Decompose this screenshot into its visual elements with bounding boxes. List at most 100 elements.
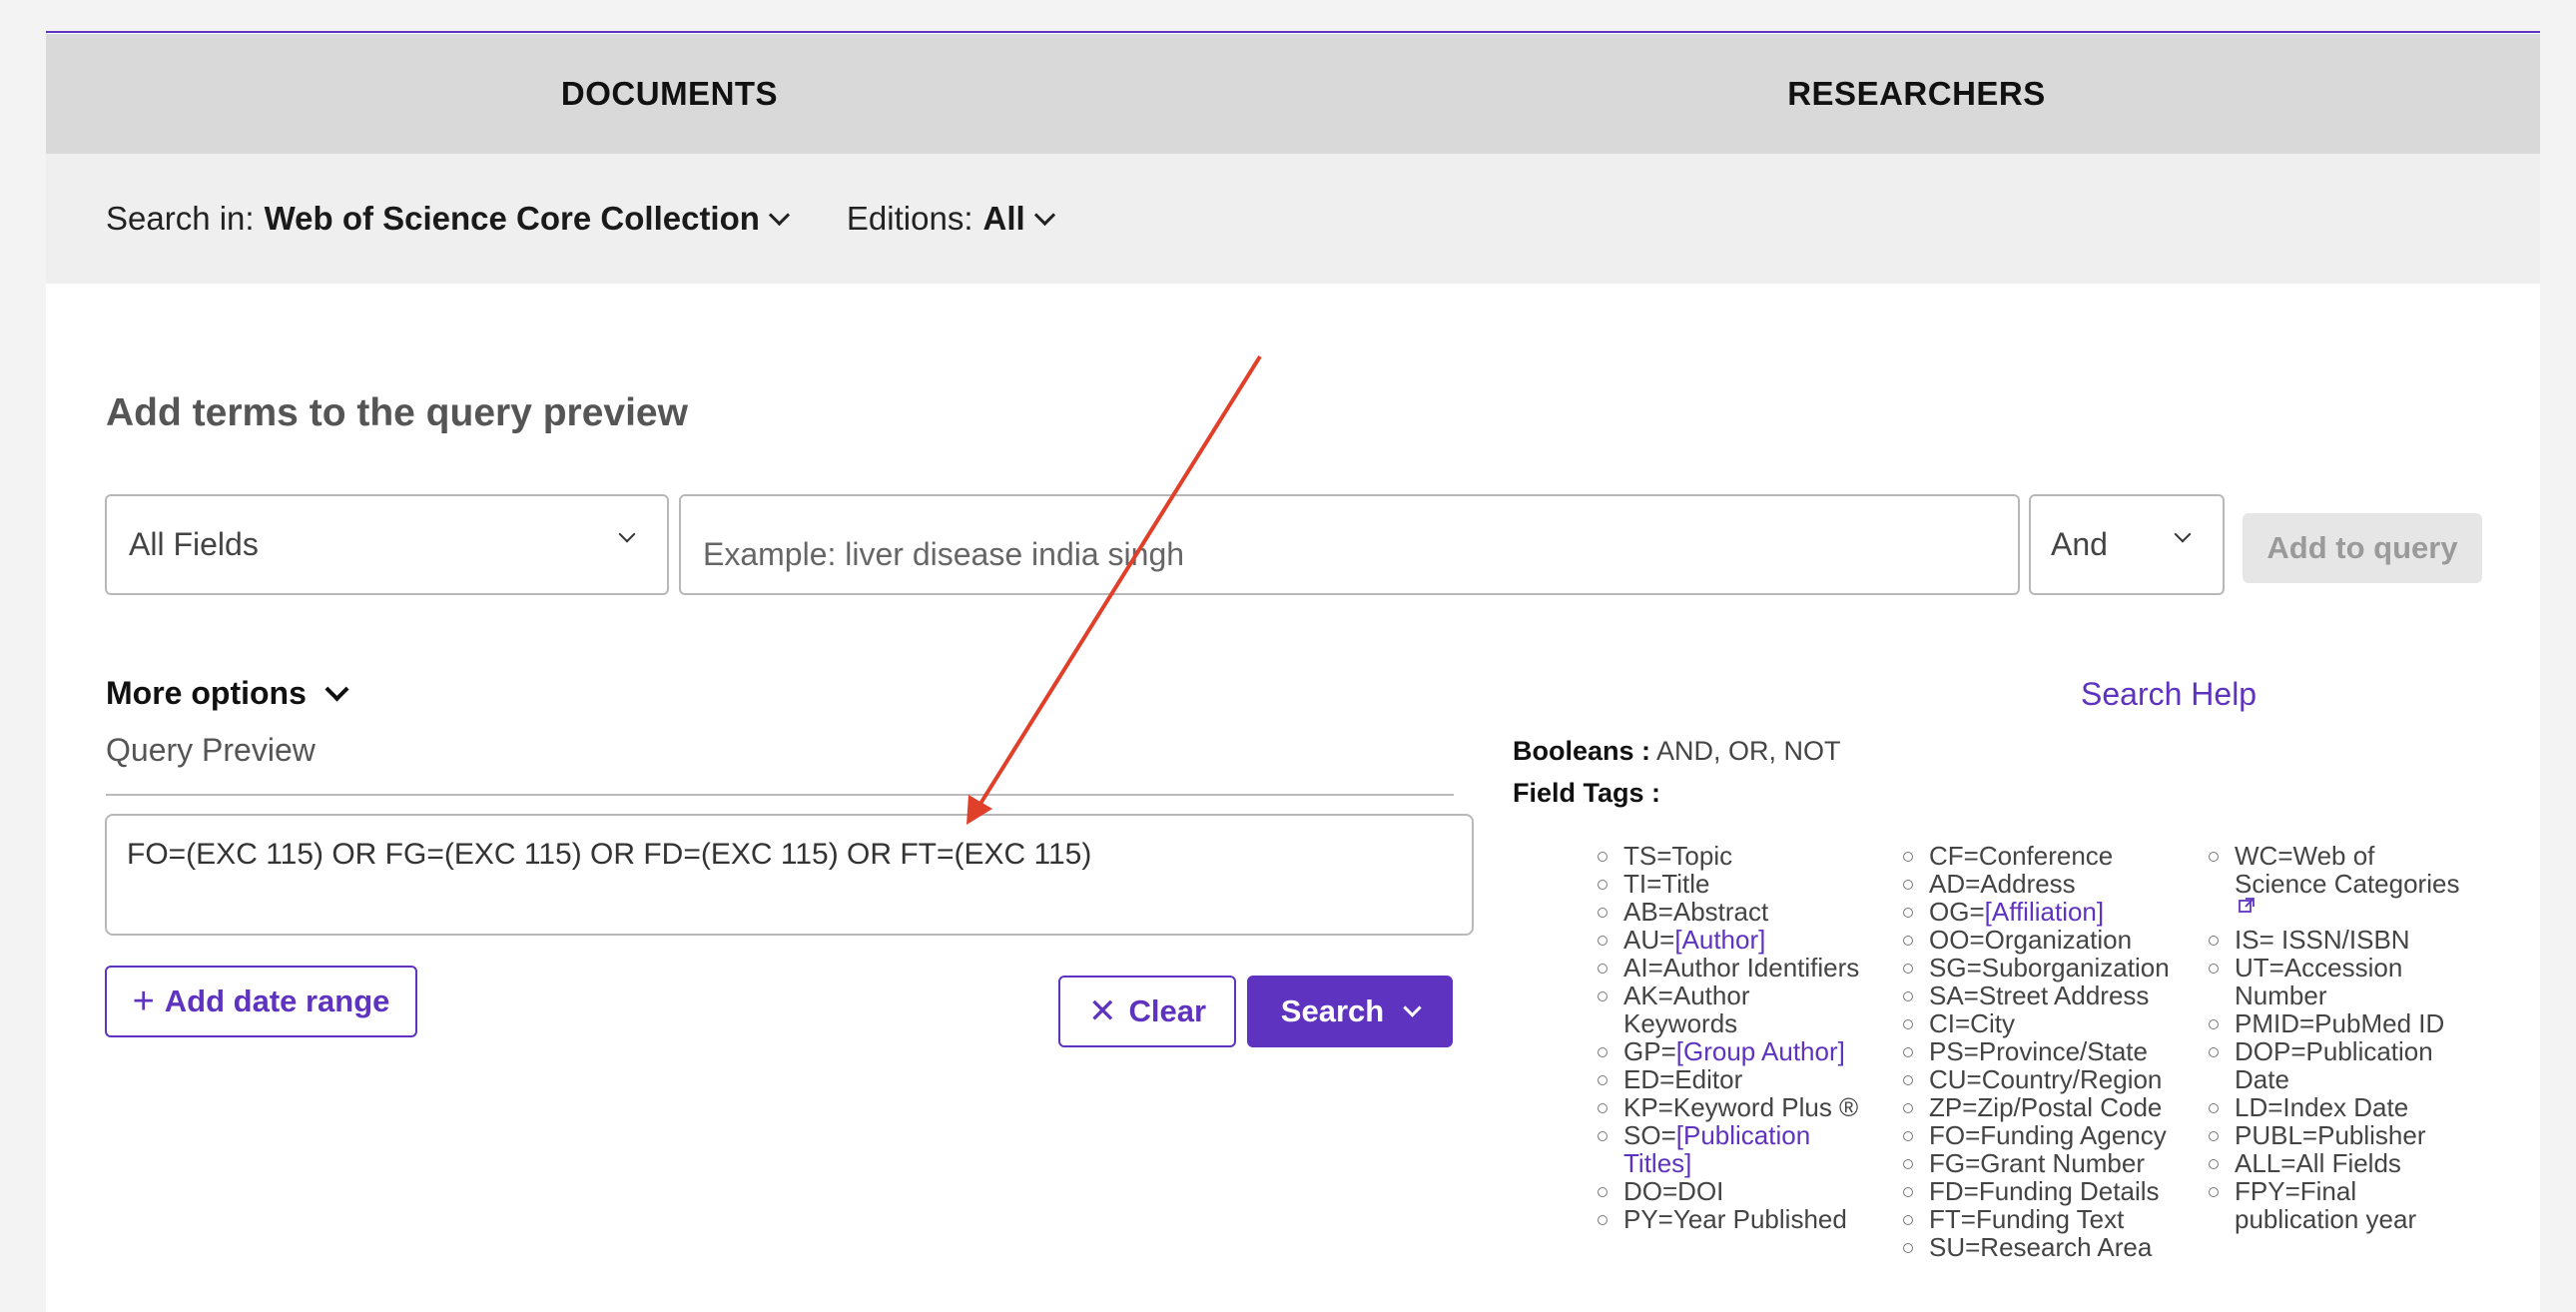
field-tag-prefix: AU= [1623,925,1675,955]
field-tag-text: ED=Editor [1623,1064,1743,1094]
field-tag-item: ZP=Zip/Postal Code [1903,1092,2189,1122]
field-tag-item: PS=Province/State [1903,1037,2189,1065]
field-tag-text: ALL=All Fields [2235,1148,2401,1178]
field-tag-item[interactable]: GP=[Group Author] [1598,1036,1863,1066]
field-tag-text: AK=Author Keywords [1623,981,1750,1038]
field-tag-text: AB=Abstract [1623,897,1769,927]
chevron-down-icon [618,525,636,543]
field-tag-item: SG=Suborganization [1903,953,2189,983]
field-tag-text: FO=Funding Agency [1929,1120,2167,1150]
field-tag-text: FT=Funding Text [1929,1204,2125,1234]
field-tag-link[interactable]: [Affiliation] [1985,897,2104,927]
field-tag-item: PMID=PubMed ID [2209,1008,2474,1038]
field-tag-text: FD=Funding Details [1929,1176,2160,1206]
search-button[interactable]: Search [1247,976,1453,1047]
tab-researchers[interactable]: RESEARCHERS [1293,34,2540,154]
more-options-toggle[interactable]: More options [106,675,349,712]
search-term-input[interactable] [679,494,2020,595]
field-tag-item: DO=DOI [1598,1176,1863,1206]
clear-button[interactable]: ✕ Clear [1058,976,1236,1047]
field-tag-item: TI=Title [1598,869,1863,899]
field-select[interactable]: All Fields [105,494,669,595]
field-tag-item: ED=Editor [1598,1064,1863,1094]
collection-dropdown[interactable]: Web of Science Core Collection [264,200,791,238]
query-preview-label: Query Preview [106,732,316,768]
booleans-info: Booleans : AND, OR, NOT [1513,736,1841,767]
boolean-select-value: And [2051,526,2108,562]
chevron-down-icon [1403,997,1422,1017]
field-tags-label: Field Tags : [1513,778,1661,808]
booleans-label: Booleans : [1513,736,1651,766]
field-tag-item: AK=Author Keywords [1598,981,1863,1038]
query-preview-textarea[interactable]: FO=(EXC 115) OR FG=(EXC 115) OR FD=(EXC … [105,814,1474,936]
field-tag-text: TI=Title [1623,869,1710,899]
field-select-value: All Fields [129,526,259,562]
field-tag-text: WC=Web of Science Categories [2235,841,2460,899]
field-tags-column-2: CF=Conference AD=Address OG=[Affiliation] O… [1903,841,2189,1261]
field-tag-item: OO=Organization [1903,925,2189,955]
field-tag-text: FG=Grant Number [1929,1148,2146,1178]
field-tag-item: IS= ISSN/ISBN [2209,926,2474,954]
add-to-query-button[interactable]: Add to query [2243,513,2482,583]
field-tag-prefix: OG= [1929,897,1985,927]
tab-documents[interactable]: DOCUMENTS [46,34,1293,154]
field-tag-text: AD=Address [1929,869,2076,899]
field-tag-item: CI=City [1903,1008,2189,1038]
field-tag-item: FO=Funding Agency [1903,1120,2189,1150]
plus-icon: + [132,980,155,1022]
chevron-down-icon [768,204,791,226]
add-date-range-button[interactable]: + Add date range [105,966,417,1037]
field-tag-item: PUBL=Publisher [2209,1121,2474,1149]
boolean-select[interactable]: And [2029,494,2225,595]
search-help-link[interactable]: Search Help [2081,676,2256,713]
field-tag-item[interactable]: AU=[Author] [1598,925,1863,955]
field-tag-text: SG=Suborganization [1929,953,2170,983]
editions-label: Editions: [846,200,973,237]
field-tag-text: CF=Conference [1929,841,2114,871]
booleans-value: AND, OR, NOT [1650,736,1841,766]
field-tag-item: WC=Web of Science Categories [2209,841,2474,926]
field-tag-item: KP=Keyword Plus ® [1598,1093,1863,1121]
editions-dropdown[interactable]: All [982,200,1055,238]
field-tags-column-1: TS=Topic TI=Title AB=Abstract AU=[Author] AI… [1598,842,1863,1234]
field-tag-text: LD=Index Date [2235,1092,2409,1122]
field-tag-prefix: GP= [1623,1036,1676,1066]
field-tag-item: LD=Index Date [2209,1092,2474,1122]
editions-value: All [982,200,1025,237]
field-tag-text: DO=DOI [1623,1176,1724,1206]
field-tag-text: CU=Country/Region [1929,1064,2163,1094]
chevron-down-icon [1033,204,1055,226]
field-tag-item: AB=Abstract [1598,897,1863,927]
field-tag-text: OO=Organization [1929,925,2133,955]
clear-label: Clear [1128,993,1207,1028]
field-tag-text: SA=Street Address [1929,981,2150,1010]
chevron-down-icon [2174,525,2192,543]
field-tags-column-3: WC=Web of Science Categories IS= ISSN/ISB… [2209,841,2474,1234]
field-tag-item: ALL=All Fields [2209,1148,2474,1178]
more-options-label: More options [106,675,307,711]
field-tag-text: UT=Accession Number [2235,953,2403,1010]
field-tag-text: CI=City [1929,1008,2015,1038]
field-tag-item: FT=Funding Text [1903,1204,2189,1234]
field-tag-text: PY=Year Published [1623,1204,1847,1234]
field-tag-item[interactable]: OG=[Affiliation] [1903,897,2189,927]
field-tag-item: PY=Year Published [1598,1204,1863,1234]
field-tag-text: ZP=Zip/Postal Code [1929,1092,2163,1122]
field-tag-item: FD=Funding Details [1903,1176,2189,1206]
builder-heading: Add terms to the query preview [106,391,688,434]
field-tag-item: AD=Address [1903,869,2189,899]
field-tag-item: UT=Accession Number [2209,953,2474,1010]
collection-value: Web of Science Core Collection [264,200,760,237]
search-type-tabs: DOCUMENTS RESEARCHERS [46,34,2540,154]
field-tag-item: FG=Grant Number [1903,1148,2189,1178]
external-link-icon[interactable] [2239,898,2254,914]
field-tag-text: PMID=PubMed ID [2235,1008,2445,1038]
field-tag-item[interactable]: SO=[Publication Titles] [1598,1120,1863,1177]
add-date-range-label: Add date range [164,984,390,1018]
field-tag-text: FPY=Final publication year [2235,1176,2417,1234]
field-tag-prefix: SO= [1623,1120,1676,1150]
field-tag-link[interactable]: [Author] [1674,925,1765,955]
search-in-bar: Search in: Web of Science Core Collectio… [46,154,2540,284]
field-tag-link[interactable]: [Group Author] [1676,1036,1845,1066]
field-tag-item: CF=Conference [1903,841,2189,871]
